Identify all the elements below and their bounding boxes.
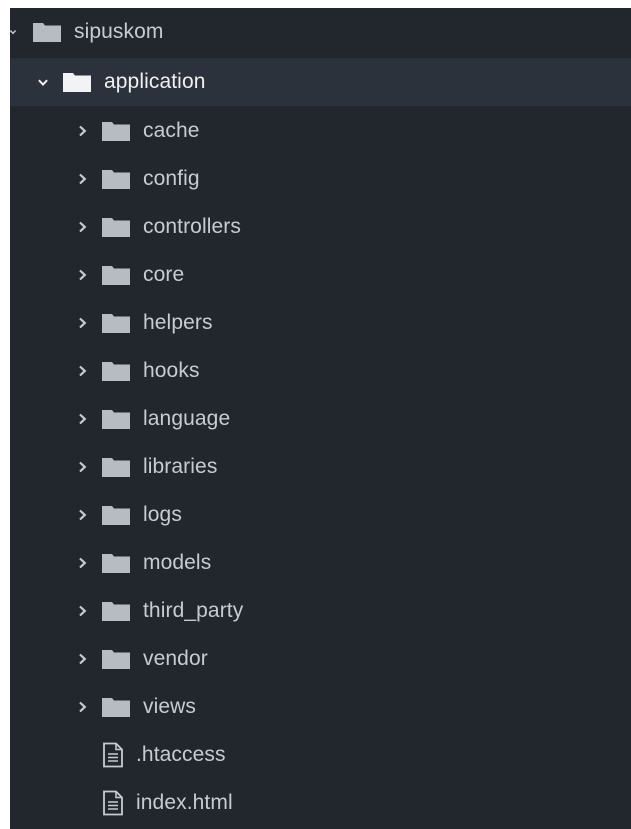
folder-icon — [101, 552, 131, 574]
tree-item-vendor[interactable]: vendor — [10, 635, 631, 683]
tree-item-libraries[interactable]: libraries — [10, 443, 631, 491]
folder-icon — [101, 168, 131, 190]
tree-item-helpers[interactable]: helpers — [10, 299, 631, 347]
tree-item-label: hooks — [143, 359, 200, 382]
tree-item-views[interactable]: views — [10, 683, 631, 731]
folder-icon — [101, 360, 131, 382]
tree-item-label: language — [143, 407, 231, 430]
chevron-right-icon[interactable] — [77, 172, 87, 186]
tree-item-label: logs — [143, 503, 182, 526]
tree-item-controllers[interactable]: controllers — [10, 203, 631, 251]
folder-icon — [101, 456, 131, 478]
folder-icon — [101, 696, 131, 718]
tree-item-label: sipuskom — [74, 20, 164, 43]
chevron-right-icon[interactable] — [77, 700, 87, 714]
file-tree: sipuskom application cache config contro… — [10, 8, 631, 829]
chevron-right-icon[interactable] — [77, 556, 87, 570]
file-icon — [102, 742, 124, 768]
chevron-right-icon[interactable] — [77, 316, 87, 330]
tree-item-label: third_party — [143, 599, 244, 622]
tree-item-label: application — [104, 70, 206, 93]
tree-item-label: cache — [143, 119, 200, 142]
tree-item-third-party[interactable]: third_party — [10, 587, 631, 635]
tree-item-language[interactable]: language — [10, 395, 631, 443]
chevron-right-icon[interactable] — [77, 412, 87, 426]
chevron-right-icon[interactable] — [77, 604, 87, 618]
chevron-right-icon[interactable] — [77, 652, 87, 666]
chevron-right-icon[interactable] — [77, 124, 87, 138]
tree-item-label: libraries — [143, 455, 218, 478]
folder-icon — [101, 504, 131, 526]
folder-icon — [101, 600, 131, 622]
tree-item-label: core — [143, 263, 185, 286]
chevron-right-icon[interactable] — [77, 268, 87, 282]
tree-item-label: index.html — [136, 791, 233, 814]
tree-item-label: config — [143, 167, 200, 190]
folder-icon — [101, 216, 131, 238]
tree-item-cache[interactable]: cache — [10, 107, 631, 155]
tree-item-logs[interactable]: logs — [10, 491, 631, 539]
chevron-right-icon[interactable] — [77, 364, 87, 378]
file-icon — [102, 790, 124, 816]
tree-item-core[interactable]: core — [10, 251, 631, 299]
tree-item-sipuskom[interactable]: sipuskom — [10, 8, 631, 56]
tree-item-label: .htaccess — [136, 743, 226, 766]
folder-icon — [32, 21, 62, 43]
tree-item-label: controllers — [143, 215, 241, 238]
tree-item-hooks[interactable]: hooks — [10, 347, 631, 395]
chevron-right-icon[interactable] — [77, 508, 87, 522]
tree-item-label: models — [143, 551, 212, 574]
tree-item-htaccess[interactable]: .htaccess — [10, 731, 631, 779]
chevron-right-icon[interactable] — [77, 460, 87, 474]
chevron-down-icon[interactable] — [38, 75, 48, 89]
folder-icon — [62, 71, 92, 93]
tree-item-label: views — [143, 695, 197, 718]
folder-icon — [101, 648, 131, 670]
chevron-down-icon[interactable] — [10, 25, 16, 39]
tree-item-config[interactable]: config — [10, 155, 631, 203]
tree-item-application[interactable]: application — [10, 58, 631, 106]
folder-icon — [101, 408, 131, 430]
tree-item-models[interactable]: models — [10, 539, 631, 587]
tree-item-index-html[interactable]: index.html — [10, 779, 631, 827]
folder-icon — [101, 264, 131, 286]
tree-item-label: vendor — [143, 647, 208, 670]
folder-icon — [101, 120, 131, 142]
tree-item-label: helpers — [143, 311, 213, 334]
folder-icon — [101, 312, 131, 334]
chevron-right-icon[interactable] — [77, 220, 87, 234]
